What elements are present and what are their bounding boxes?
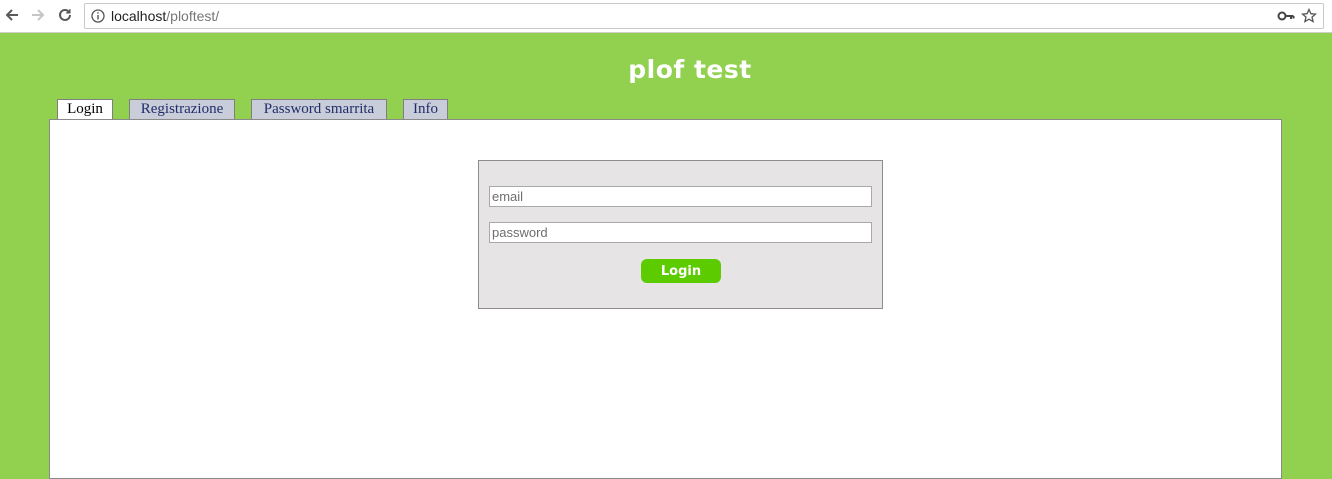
tab-password-smarrita[interactable]: Password smarrita bbox=[251, 99, 387, 120]
url-host: localhost bbox=[111, 8, 167, 24]
password-field[interactable] bbox=[489, 222, 872, 243]
forward-arrow-icon bbox=[32, 9, 45, 21]
email-field[interactable] bbox=[489, 186, 872, 207]
bookmark-star-icon[interactable] bbox=[1301, 8, 1317, 24]
page-title: plof test bbox=[628, 55, 752, 84]
forward-button[interactable] bbox=[28, 5, 48, 25]
browser-toolbar: localhost/ploftest/ bbox=[0, 0, 1332, 33]
key-icon[interactable] bbox=[1277, 9, 1295, 23]
info-icon[interactable] bbox=[91, 9, 105, 23]
back-arrow-icon bbox=[5, 9, 18, 21]
tab-login[interactable]: Login bbox=[57, 99, 113, 121]
login-button[interactable]: Login bbox=[641, 259, 721, 283]
login-form: Login bbox=[478, 160, 883, 309]
tab-info[interactable]: Info bbox=[403, 99, 448, 120]
url-text: localhost/ploftest/ bbox=[111, 8, 219, 24]
reload-button[interactable] bbox=[55, 5, 75, 25]
back-button[interactable] bbox=[2, 5, 22, 25]
reload-icon bbox=[59, 8, 71, 21]
tab-registrazione[interactable]: Registrazione bbox=[129, 99, 235, 120]
url-path: /ploftest/ bbox=[166, 8, 220, 24]
address-bar[interactable]: localhost/ploftest/ bbox=[84, 3, 1324, 29]
